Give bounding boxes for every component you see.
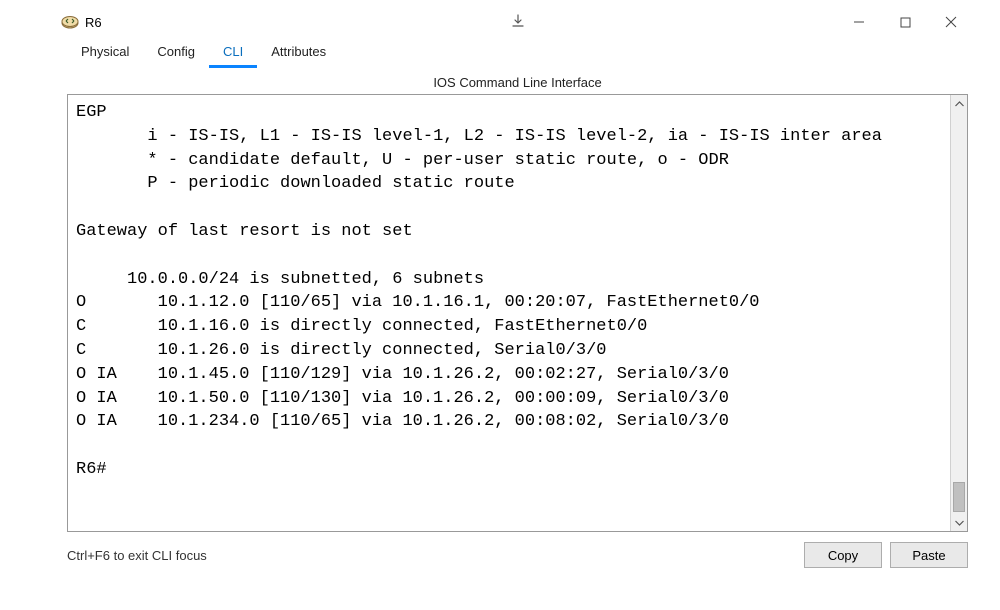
router-icon — [61, 13, 79, 31]
window-title: R6 — [85, 15, 102, 30]
scroll-up-button[interactable] — [951, 95, 967, 112]
paste-button[interactable]: Paste — [890, 542, 968, 568]
tab-physical[interactable]: Physical — [67, 38, 143, 68]
tab-cli[interactable]: CLI — [209, 38, 257, 68]
footer: Ctrl+F6 to exit CLI focus Copy Paste — [55, 532, 980, 568]
tab-bar: Physical Config CLI Attributes — [55, 39, 980, 69]
cli-panel: EGP i - IS-IS, L1 - IS-IS level-1, L2 - … — [67, 94, 968, 532]
titlebar-center — [511, 14, 525, 31]
copy-button[interactable]: Copy — [804, 542, 882, 568]
titlebar-left: R6 — [61, 13, 102, 31]
scroll-down-button[interactable] — [951, 514, 967, 531]
scroll-thumb[interactable] — [953, 482, 965, 512]
scrollbar-vertical[interactable] — [950, 95, 967, 531]
scroll-track[interactable] — [951, 112, 967, 514]
tab-attributes[interactable]: Attributes — [257, 38, 340, 68]
download-icon — [511, 14, 525, 31]
cli-output[interactable]: EGP i - IS-IS, L1 - IS-IS level-1, L2 - … — [68, 95, 967, 531]
titlebar: R6 — [55, 5, 980, 39]
tab-config[interactable]: Config — [143, 38, 209, 68]
titlebar-controls — [836, 7, 974, 37]
maximize-button[interactable] — [882, 7, 928, 37]
panel-title: IOS Command Line Interface — [55, 69, 980, 94]
footer-hint: Ctrl+F6 to exit CLI focus — [67, 548, 207, 563]
footer-buttons: Copy Paste — [804, 542, 968, 568]
close-button[interactable] — [928, 7, 974, 37]
app-window: R6 Physical Config CLI Attributes — [55, 5, 980, 605]
minimize-button[interactable] — [836, 7, 882, 37]
